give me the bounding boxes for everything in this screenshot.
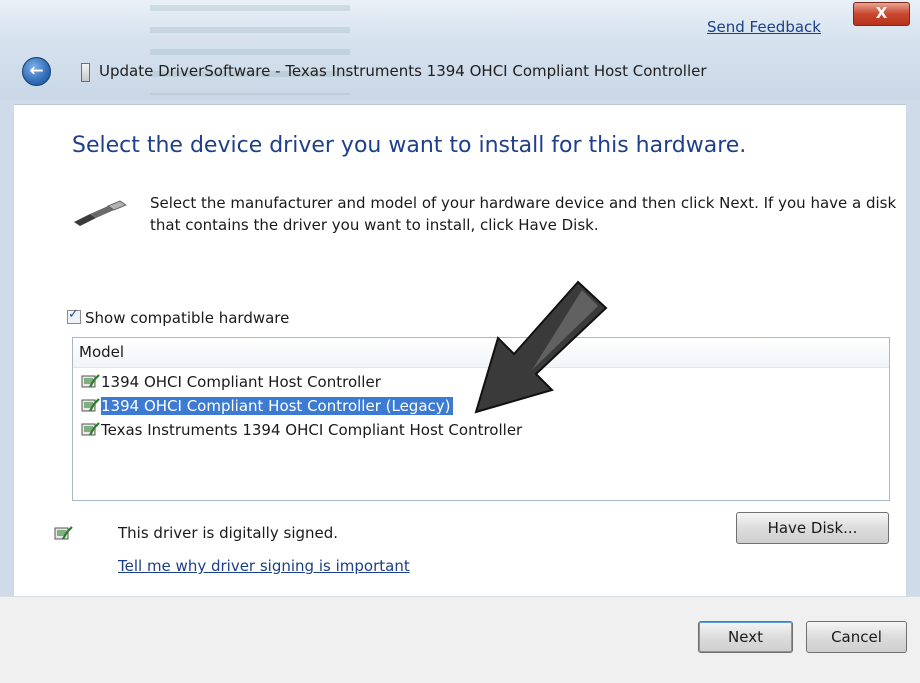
show-compatible-label: Show compatible hardware: [85, 309, 290, 327]
device-manager-icon: [81, 63, 90, 82]
driver-icon: [81, 422, 100, 436]
signed-driver-icon: [54, 526, 73, 540]
model-list-item-label: 1394 OHCI Compliant Host Controller (Leg…: [101, 397, 453, 415]
send-feedback-link[interactable]: Send Feedback: [707, 18, 821, 36]
close-button[interactable]: X: [853, 2, 910, 26]
usb-plug-icon: [74, 200, 127, 226]
model-list-item[interactable]: Texas Instruments 1394 OHCI Compliant Ho…: [81, 420, 522, 440]
model-list-item[interactable]: 1394 OHCI Compliant Host Controller (Leg…: [81, 396, 453, 416]
driver-icon: [81, 374, 100, 388]
driver-icon: [81, 398, 100, 412]
show-compatible-checkbox[interactable]: [67, 307, 81, 324]
model-list-item[interactable]: 1394 OHCI Compliant Host Controller: [81, 372, 381, 392]
background-ghost: [150, 5, 350, 95]
next-button[interactable]: Next: [698, 621, 793, 653]
title-bar: Send Feedback X ← Update DriverSoftware …: [0, 0, 920, 100]
back-button[interactable]: ←: [22, 57, 51, 86]
cancel-button[interactable]: Cancel: [806, 621, 907, 653]
model-list-item-label: Texas Instruments 1394 OHCI Compliant Ho…: [101, 421, 523, 439]
driver-signing-link[interactable]: Tell me why driver signing is important: [118, 557, 410, 575]
instruction-text: Select the manufacturer and model of you…: [150, 194, 897, 234]
window-title: Update DriverSoftware - Texas Instrument…: [99, 62, 707, 80]
wizard-content: Select the device driver you want to ins…: [14, 104, 906, 597]
signed-status-text: This driver is digitally signed.: [118, 524, 339, 542]
wizard-footer: Next Cancel: [0, 596, 920, 683]
page-heading: Select the device driver you want to ins…: [72, 133, 747, 158]
show-compatible-row[interactable]: Show compatible hardware: [67, 307, 290, 327]
have-disk-button[interactable]: Have Disk...: [736, 512, 889, 544]
model-list-item-label: 1394 OHCI Compliant Host Controller: [101, 373, 381, 391]
dialog-window: Send Feedback X ← Update DriverSoftware …: [0, 0, 920, 683]
pointer-arrow-annotation: [474, 280, 608, 414]
